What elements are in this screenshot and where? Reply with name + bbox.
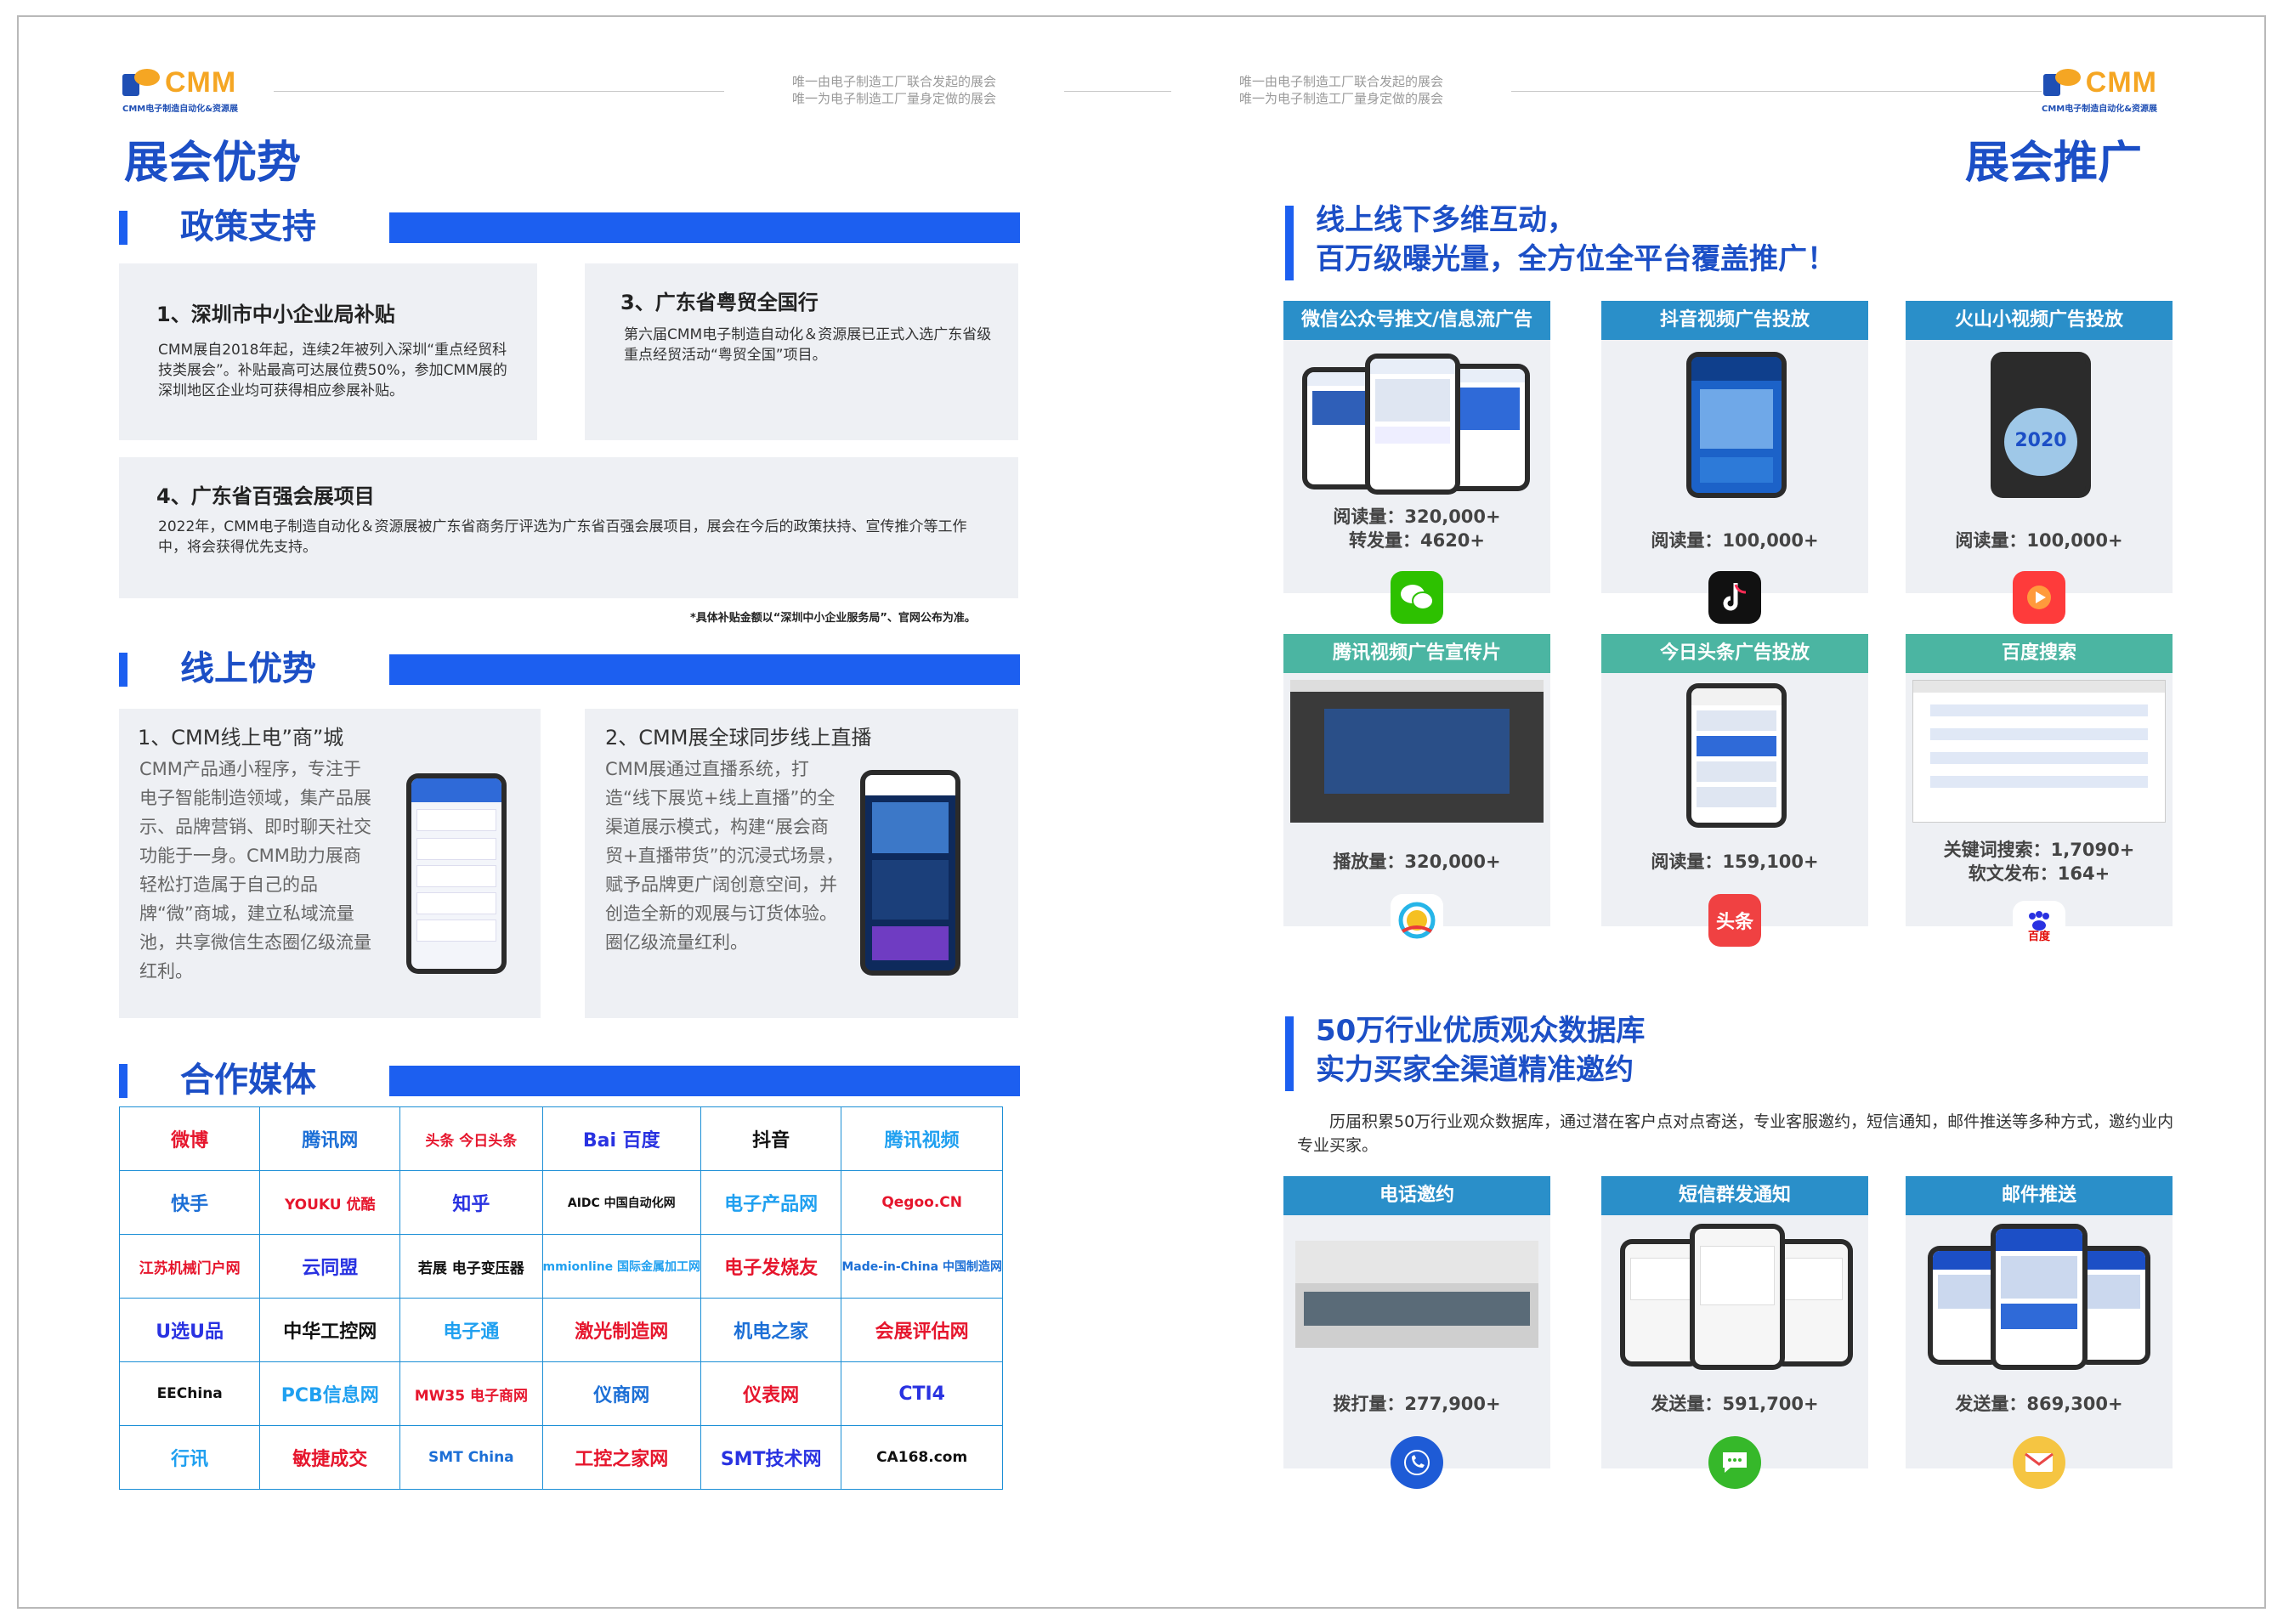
media-logo: Qegoo.CN	[841, 1170, 1003, 1235]
media-logo: 机电之家	[700, 1298, 842, 1362]
subsidy-note: *具体补贴金额以“深圳中小企业服务局”、官网公布为准。	[690, 612, 976, 625]
media-logo: 抖音	[700, 1106, 842, 1171]
media-logo: MW35 电子商网	[399, 1361, 543, 1426]
media-logo: 行讯	[118, 1425, 261, 1490]
live-stream-phone	[860, 770, 960, 976]
media-logo: 江苏机械门户网	[118, 1234, 261, 1299]
media-logo: 会展评估网	[841, 1298, 1003, 1362]
media-logo: EEChina	[118, 1361, 261, 1426]
right-page-title: 展会推广	[1962, 138, 2146, 189]
media-logo: U选U品	[118, 1298, 261, 1362]
media-logo: 电子发烧友	[700, 1234, 842, 1299]
media-heading: 合作媒体	[119, 1061, 1020, 1100]
media-logo: 工控之家网	[541, 1425, 702, 1490]
logo-subtitle: CMM电子制造自动化&资源展	[2042, 105, 2157, 114]
media-logo: YOUKU 优酷	[259, 1170, 401, 1235]
media-logo: SMT技术网	[700, 1425, 842, 1490]
wechat-icon	[1391, 571, 1443, 624]
sms-icon	[1708, 1436, 1761, 1489]
mini-program-phone	[406, 773, 507, 974]
promo-card-douyin: 抖音视频广告投放 阅读量：100,000+	[1601, 301, 1868, 624]
phone-icon	[1391, 1436, 1443, 1489]
media-logo: AIDC 中国自动化网	[541, 1170, 702, 1235]
promo-card-huoshan: 火山小视频广告投放 2020 阅读量：100,000+	[1906, 301, 2173, 624]
media-logo: PCB信息网	[259, 1361, 401, 1426]
media-logo: 若展 电子变压器	[399, 1234, 543, 1299]
tiktok-icon	[1708, 571, 1761, 624]
logo-text: CMM	[165, 66, 237, 99]
toutiao-icon: 头条	[1708, 894, 1761, 947]
invite-card-email: 邮件推送 发送量：869,300+	[1906, 1176, 2173, 1489]
logo-text: CMM	[2085, 66, 2157, 99]
tencent-video-icon	[1391, 894, 1443, 947]
media-row: 快手 YOUKU 优酷 知乎 AIDC 中国自动化网 电子产品网 Qegoo.CN	[118, 1170, 1003, 1235]
logo-left: CMM CMM电子制造自动化&资源展	[122, 66, 238, 114]
media-row: 江苏机械门户网 云同盟 若展 电子变压器 mmionline 国际金属加工网 电子发烧友…	[118, 1234, 1003, 1299]
header-rule	[274, 91, 2042, 92]
media-logo: 头条 今日头条	[399, 1106, 543, 1171]
slogan-left: 唯一由电子制造工厂联合发起的展会 唯一为电子制造工厂量身定做的展会	[724, 73, 1064, 107]
media-logo: CTI4	[841, 1361, 1003, 1426]
media-row: 微博 腾讯网 头条 今日头条 Bai 百度 抖音 腾讯视频	[118, 1106, 1003, 1171]
media-logo: 仪表网	[700, 1361, 842, 1426]
media-logo: 中华工控网	[259, 1298, 401, 1362]
media-row: U选U品 中华工控网 电子通 激光制造网 机电之家 会展评估网	[118, 1298, 1003, 1362]
promo-card-baidu: 百度搜索 关键词搜索：1,7090+ 软文发布：164+ 百度	[1906, 634, 2173, 953]
media-logo: 腾讯网	[259, 1106, 401, 1171]
media-logo: CA168.com	[841, 1425, 1003, 1490]
left-page-title: 展会优势	[121, 138, 305, 189]
media-logo: 云同盟	[259, 1234, 401, 1299]
logo-mark-icon	[2042, 68, 2082, 98]
promo-card-toutiao: 今日头条广告投放 阅读量：159,100+ 头条	[1601, 634, 1868, 947]
media-logo: 快手	[118, 1170, 261, 1235]
media-logo: 电子产品网	[700, 1170, 842, 1235]
promo-card-tencent-video: 腾讯视频广告宣传片 播放量：320,000+	[1283, 634, 1550, 947]
policy-card-4: 4、广东省百强会展项目 2022年，CMM电子制造自动化＆资源展被广东省商务厅评…	[119, 457, 1018, 598]
online-card-mall: 1、CMM线上电”商”城 CMM产品通小程序，专注于电子智能制造领域，集产品展示…	[119, 709, 541, 1018]
baidu-icon: 百度	[2013, 901, 2065, 953]
logo-right: CMM CMM电子制造自动化&资源展	[2042, 66, 2157, 114]
media-logo: 电子通	[399, 1298, 543, 1362]
logo-mark-icon	[122, 68, 161, 98]
invite-card-sms: 短信群发通知 发送量：591,700+	[1601, 1176, 1868, 1489]
media-row: 行讯 敏捷成交 SMT China 工控之家网 SMT技术网 CA168.com	[118, 1425, 1003, 1490]
database-description: 历届积累50万行业观众数据库，通过潜在客户点对点寄送，专业客服邀约，短信通知，邮…	[1297, 1112, 2174, 1155]
media-logo: 激光制造网	[541, 1298, 702, 1362]
media-logo: mmionline 国际金属加工网	[541, 1234, 702, 1299]
promo-card-wechat: 微信公众号推文/信息流广告 阅读量：320,000+ 转发量：4620+	[1283, 301, 1550, 624]
media-logo: 腾讯视频	[841, 1106, 1003, 1171]
media-logo: SMT China	[399, 1425, 543, 1490]
media-logo: Made-in-China 中国制造网	[841, 1234, 1003, 1299]
policy-card-3: 3、广东省粤贸全国行 第六届CMM电子制造自动化＆资源展已正式入选广东省级重点经…	[585, 263, 1018, 440]
policy-heading: 政策支持	[119, 207, 1020, 246]
mail-icon	[2013, 1436, 2065, 1489]
huoshan-icon	[2013, 571, 2065, 624]
media-logo-grid: 微博 腾讯网 头条 今日头条 Bai 百度 抖音 腾讯视频 快手 YOUKU 优酷 知乎 AIDC…	[118, 1106, 1003, 1490]
online-card-live: 2、CMM展全球同步线上直播 CMM展通过直播系统，打造“线下展览+线上直播”的…	[585, 709, 1018, 1018]
media-logo: Bai 百度	[541, 1106, 702, 1171]
brochure-page: CMM CMM电子制造自动化&资源展 唯一由电子制造工厂联合发起的展会 唯一为电…	[17, 15, 2266, 1609]
policy-card-1: 1、深圳市中小企业局补贴 CMM展自2018年起，连续2年被列入深圳“重点经贸科…	[119, 263, 537, 440]
media-logo: 微博	[118, 1106, 261, 1171]
invite-card-phone: 电话邀约 拨打量：277,900+	[1283, 1176, 1550, 1489]
logo-subtitle: CMM电子制造自动化&资源展	[122, 105, 238, 114]
media-logo: 知乎	[399, 1170, 543, 1235]
online-heading: 线上优势	[119, 649, 1020, 688]
slogan-right: 唯一由电子制造工厂联合发起的展会 唯一为电子制造工厂量身定做的展会	[1171, 73, 1511, 107]
media-logo: 仪商网	[541, 1361, 702, 1426]
media-row: EEChina PCB信息网 MW35 电子商网 仪商网 仪表网 CTI4	[118, 1361, 1003, 1426]
media-logo: 敏捷成交	[259, 1425, 401, 1490]
